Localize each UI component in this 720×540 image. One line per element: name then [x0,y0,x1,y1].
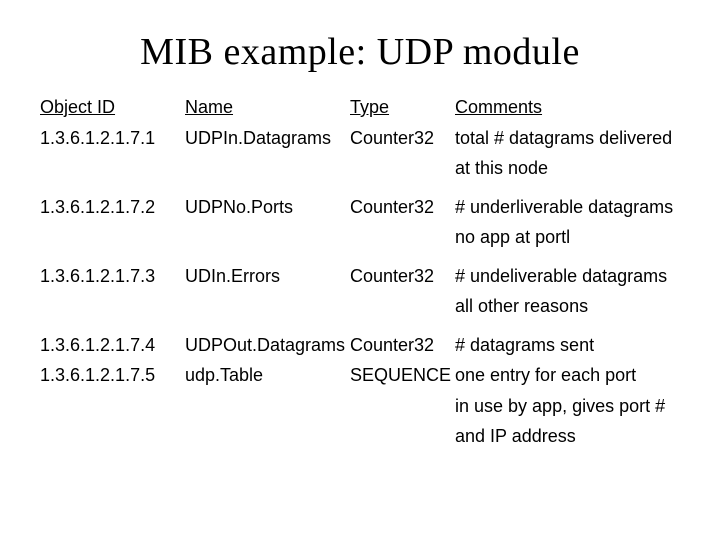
header-type: Type [350,96,455,119]
cell-comment-cont: in use by app, gives port # [455,395,680,418]
mib-table: Object ID Name Type Comments 1.3.6.1.2.1… [40,96,680,448]
cell-comment: # underliverable datagrams [455,196,680,219]
cell-oid: 1.3.6.1.2.1.7.4 [40,334,185,357]
table-row: 1.3.6.1.2.1.7.4 UDPOut.Datagrams Counter… [40,334,680,357]
cell-comment: total # datagrams delivered [455,127,680,150]
slide: MIB example: UDP module Object ID Name T… [0,0,720,540]
cell-name: UDPOut.Datagrams [185,334,350,357]
cell-comment: one entry for each port [455,364,680,387]
cell-name: udp.Table [185,364,350,387]
cell-type: Counter32 [350,196,455,219]
table-row: 1.3.6.1.2.1.7.5 udp.Table SEQUENCE one e… [40,364,680,387]
cell-type: Counter32 [350,127,455,150]
header-object-id: Object ID [40,96,185,119]
cell-oid: 1.3.6.1.2.1.7.1 [40,127,185,150]
table-header-row: Object ID Name Type Comments [40,96,680,119]
table-row: 1.3.6.1.2.1.7.1 UDPIn.Datagrams Counter3… [40,127,680,150]
cell-comment-cont: at this node [455,157,680,180]
table-row: 1.3.6.1.2.1.7.3 UDIn.Errors Counter32 # … [40,265,680,288]
cell-comment: # undeliverable datagrams [455,265,680,288]
cell-type: Counter32 [350,334,455,357]
cell-type: Counter32 [350,265,455,288]
cell-comment-cont: and IP address [455,425,680,448]
header-name: Name [185,96,350,119]
table-row: 1.3.6.1.2.1.7.2 UDPNo.Ports Counter32 # … [40,196,680,219]
table-row-continuation: no app at portl [40,226,680,249]
cell-oid: 1.3.6.1.2.1.7.5 [40,364,185,387]
cell-comment: # datagrams sent [455,334,680,357]
table-row-continuation: in use by app, gives port # [40,395,680,418]
cell-oid: 1.3.6.1.2.1.7.3 [40,265,185,288]
cell-type: SEQUENCE [350,364,455,387]
header-comments: Comments [455,96,680,119]
slide-title: MIB example: UDP module [40,30,680,74]
table-row-continuation: and IP address [40,425,680,448]
table-row-continuation: all other reasons [40,295,680,318]
cell-name: UDPIn.Datagrams [185,127,350,150]
table-row-continuation: at this node [40,157,680,180]
cell-name: UDPNo.Ports [185,196,350,219]
cell-comment-cont: all other reasons [455,295,680,318]
cell-comment-cont: no app at portl [455,226,680,249]
cell-oid: 1.3.6.1.2.1.7.2 [40,196,185,219]
cell-name: UDIn.Errors [185,265,350,288]
